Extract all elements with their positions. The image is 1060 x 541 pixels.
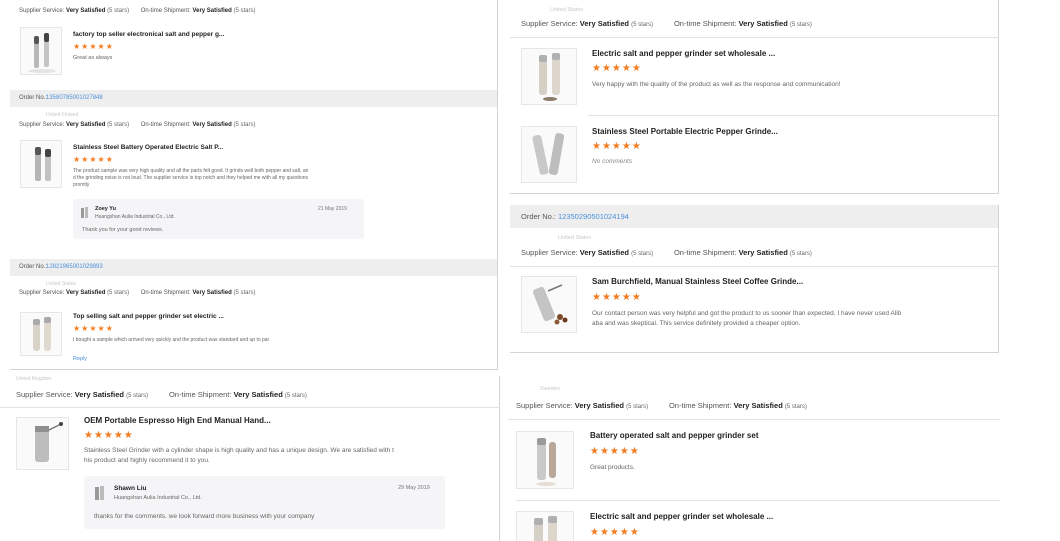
review-text: I bought a sample which arrived very qui… <box>73 337 270 343</box>
review-panel-middle-right: Order No.: 12350290501024194 United Stat… <box>510 205 999 353</box>
reply-link[interactable]: Reply <box>73 356 87 362</box>
order-header: Order No.: 13580785001027848 <box>10 90 497 107</box>
divider <box>588 115 998 116</box>
buyer-info: Sweden <box>540 386 560 392</box>
pepper-grinder-image <box>532 133 565 176</box>
product-thumbnail[interactable] <box>516 511 574 541</box>
review-panel-bottom-left: United Kingdom Supplier Service: Very Sa… <box>0 376 500 541</box>
rating-stars: ★★★★★ <box>592 292 642 303</box>
order-number[interactable]: 13580785001027848 <box>46 95 103 101</box>
rating-line: Supplier Service: Very Satisfied (5 star… <box>19 122 256 128</box>
rating-line: Supplier Service: Very Satisfied (5 star… <box>516 401 807 410</box>
supplier-avatar-icon <box>95 486 104 500</box>
salt-pepper-grinder-image <box>35 147 51 181</box>
rating-stars: ★★★★★ <box>73 155 114 164</box>
review-panel-top-right: United States Supplier Service: Very Sat… <box>510 0 999 194</box>
buyer-info: United States <box>558 235 592 241</box>
product-title[interactable]: OEM Portable Espresso High End Manual Ha… <box>84 416 271 425</box>
rating-stars: ★★★★★ <box>592 141 642 152</box>
salt-pepper-grinder-image <box>28 33 56 73</box>
product-title[interactable]: Top selling salt and pepper grinder set … <box>73 313 224 320</box>
product-thumbnail[interactable] <box>516 431 574 489</box>
rating-stars: ★★★★★ <box>590 446 640 457</box>
reply-company: Huangshan Aulia Industrial Co., Ltd. <box>95 214 175 220</box>
review-text: Stainless Steel Grinder with a cylinder … <box>84 447 394 464</box>
reply-date: 21 May 2019 <box>318 206 347 212</box>
supplier-avatar-icon <box>81 207 88 218</box>
reply-message: Thank you for your good reviews. <box>82 227 164 233</box>
product-title[interactable]: Electric salt and pepper grinder set who… <box>590 512 773 521</box>
rating-line: Supplier Service: Very Satisfied (5 star… <box>19 8 256 14</box>
buyer-info: United Kingdom <box>16 376 52 382</box>
product-title[interactable]: Sam Burchfield, Manual Stainless Steel C… <box>592 277 803 286</box>
divider <box>510 37 998 38</box>
order-header: Order No.: 12350290501024194 <box>510 205 998 228</box>
reply-author: Shawn Liu <box>114 485 147 492</box>
supplier-reply: Shawn Liu Huangshan Aulia Industrial Co.… <box>84 476 445 529</box>
rating-line: Supplier Service: Very Satisfied (5 star… <box>521 248 812 257</box>
product-thumbnail[interactable] <box>521 126 577 183</box>
review-text: The product sample was very high quality… <box>73 168 309 188</box>
review-text: Our contact person was very helpful and … <box>592 310 902 327</box>
order-label: Order No.: <box>19 264 48 270</box>
rating-stars: ★★★★★ <box>73 42 114 51</box>
buyer-info: United States <box>46 281 77 287</box>
reply-date: 29 May 2019 <box>398 485 430 491</box>
coffee-grinder-image <box>532 284 568 325</box>
rating-line: Supplier Service: Very Satisfied (5 star… <box>16 390 307 399</box>
rating-line: Supplier Service: Very Satisfied (5 star… <box>19 290 256 296</box>
review-panel-bottom-right: Sweden Supplier Service: Very Satisfied … <box>508 384 1000 541</box>
review-text: Great products. <box>590 464 635 471</box>
salt-pepper-grinder-image <box>33 317 51 351</box>
order-number[interactable]: 12821965001029893 <box>46 264 103 270</box>
buyer-info: United States <box>550 7 584 13</box>
salt-pepper-grinder-image <box>539 53 560 101</box>
buyer-info: United Finland <box>46 112 79 118</box>
product-title[interactable]: Stainless Steel Battery Operated Electri… <box>73 144 223 151</box>
divider <box>516 500 1000 501</box>
product-title[interactable]: Electric salt and pepper grinder set who… <box>592 49 775 58</box>
product-title[interactable]: Battery operated salt and pepper grinder… <box>590 431 759 440</box>
rating-line: Supplier Service: Very Satisfied (5 star… <box>521 19 812 28</box>
divider <box>0 407 499 408</box>
review-panel-top-left: Supplier Service: Very Satisfied (5 star… <box>10 0 498 370</box>
order-number[interactable]: 12350290501024194 <box>558 212 629 221</box>
divider <box>508 419 1000 420</box>
divider <box>510 266 998 267</box>
product-thumbnail[interactable] <box>20 312 62 356</box>
reply-company: Huangshan Aulia Industrial Co., Ltd. <box>114 495 202 501</box>
rating-stars: ★★★★★ <box>84 430 134 441</box>
product-thumbnail[interactable] <box>521 48 577 105</box>
supplier-reply: Zoey Yu Huangshan Aulia Industrial Co., … <box>73 199 364 239</box>
rating-stars: ★★★★★ <box>592 63 642 74</box>
salt-pepper-grinder-image <box>536 438 556 486</box>
order-label: Order No.: <box>19 95 48 101</box>
product-thumbnail[interactable] <box>20 140 62 188</box>
product-title[interactable]: Stainless Steel Portable Electric Pepper… <box>592 127 778 136</box>
product-thumbnail[interactable] <box>521 276 577 333</box>
product-title[interactable]: factory top seller electronical salt and… <box>73 31 224 38</box>
order-label: Order No.: <box>521 212 557 221</box>
order-header: Order No.: 12821965001029893 <box>10 259 497 276</box>
review-text: No comments <box>592 158 633 165</box>
review-text: Great as always <box>73 55 113 61</box>
reply-message: thanks for the comments. we look forward… <box>94 513 315 520</box>
rating-stars: ★★★★★ <box>590 527 640 538</box>
rating-stars: ★★★★★ <box>73 324 114 333</box>
salt-pepper-grinder-image <box>534 516 557 541</box>
product-thumbnail[interactable] <box>20 27 62 75</box>
product-thumbnail[interactable] <box>16 417 69 470</box>
reply-author: Zoey Yu <box>95 206 116 212</box>
espresso-grinder-image <box>35 422 63 462</box>
review-text: Very happy with the quality of the produ… <box>592 81 841 88</box>
